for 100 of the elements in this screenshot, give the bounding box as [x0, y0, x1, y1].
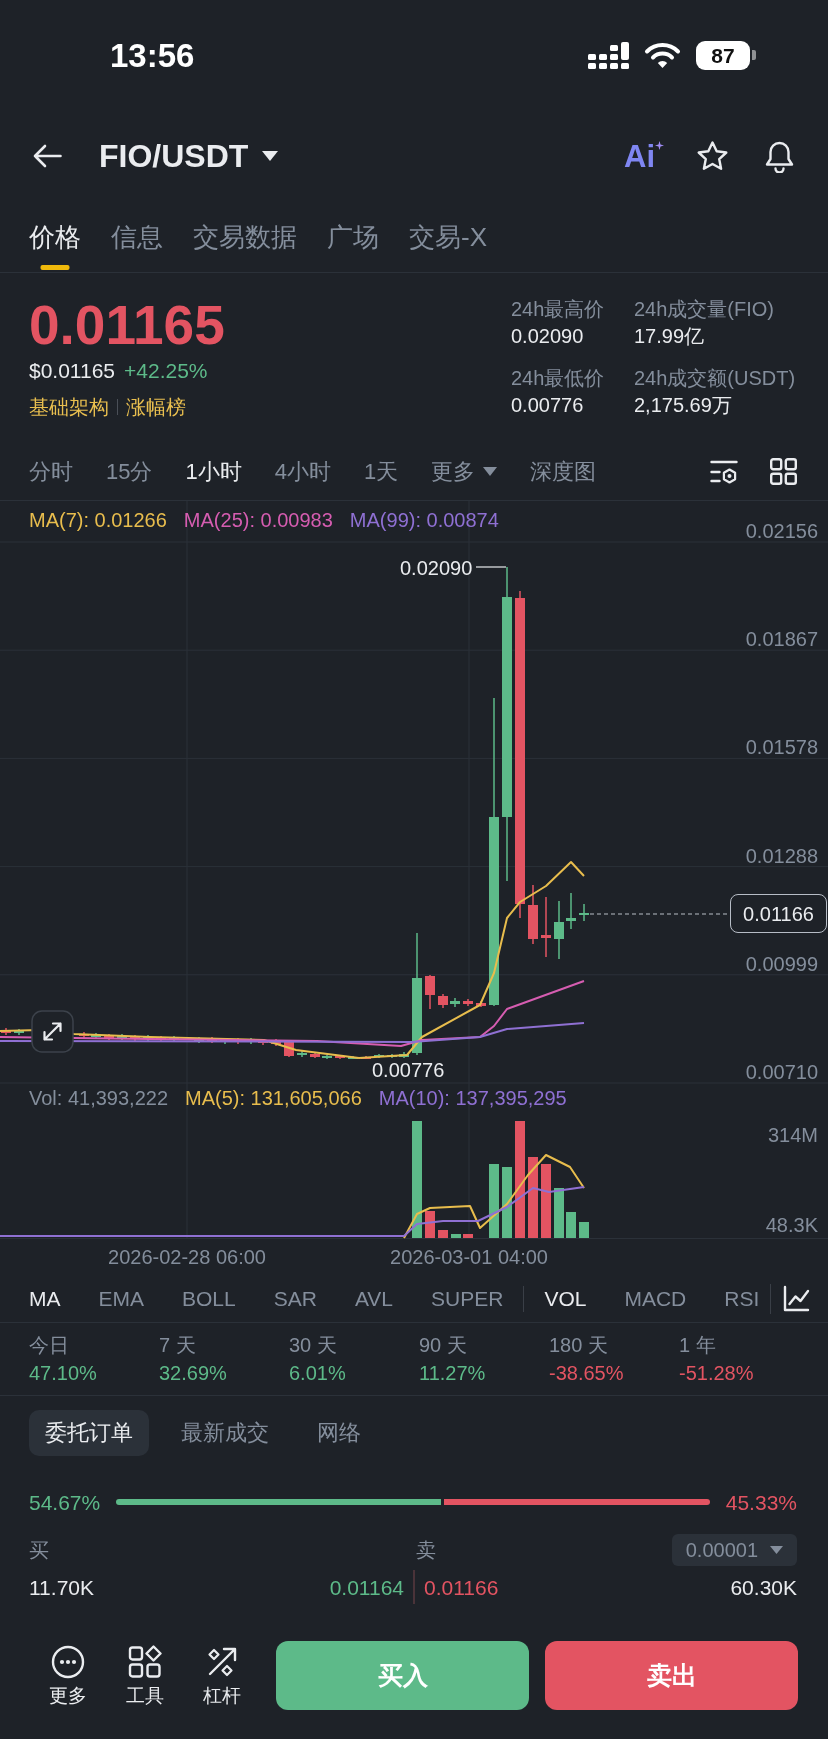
volume-bar: [566, 1212, 576, 1238]
period-change: -51.28%: [679, 1361, 754, 1386]
indicator-tab[interactable]: SAR: [273, 1288, 317, 1309]
grid-icon[interactable]: [770, 458, 797, 485]
leverage-button[interactable]: 杠杆: [183, 1641, 260, 1707]
caret-icon: [262, 151, 279, 161]
interval-tab[interactable]: 15分: [106, 460, 153, 483]
candle: [374, 1053, 384, 1059]
price-axis-label: 0.00710: [745, 1062, 818, 1082]
tab[interactable]: 信息: [111, 202, 163, 272]
bid-price: 0.01164: [329, 1576, 404, 1598]
interval-tab[interactable]: 4小时: [274, 460, 331, 483]
indicator-tab[interactable]: EMA: [98, 1288, 144, 1309]
stat-label: 24h成交额(USDT): [634, 366, 796, 391]
indicator-legend: MA(5): 131,605,066: [185, 1087, 362, 1109]
more-button[interactable]: 更多: [29, 1641, 106, 1707]
time-axis-label: 2026-02-28 06:00: [108, 1246, 266, 1268]
tab[interactable]: 价格: [29, 202, 81, 272]
interval-tab[interactable]: 深度图: [530, 460, 597, 483]
indicator-tab[interactable]: SUPER: [431, 1288, 504, 1309]
candle: [541, 896, 551, 958]
period-change: 32.69%: [159, 1361, 227, 1386]
order-tab[interactable]: 网络: [301, 1410, 377, 1456]
high-price-label: 0.02090: [400, 557, 473, 579]
volume-bar: [502, 1167, 512, 1238]
more-icon: [50, 1645, 85, 1679]
candle: [463, 998, 473, 1007]
stat-label: 24h最低价: [511, 366, 605, 391]
candle: [348, 1055, 358, 1060]
indicator-legend: MA(10): 137,395,295: [378, 1087, 567, 1109]
caret-icon: [483, 467, 498, 476]
leader-line: [475, 566, 507, 568]
price-axis-label: 0.01288: [745, 845, 818, 866]
order-tab[interactable]: 委托订单: [29, 1410, 149, 1456]
pair-selector[interactable]: FIO/USDT: [99, 140, 279, 172]
indicator-tab[interactable]: VOL: [544, 1288, 587, 1309]
volume-axis-label: 314M: [767, 1125, 818, 1145]
indicator-tab[interactable]: AVL: [354, 1288, 394, 1309]
buy-ratio-text: 54.67%: [29, 1491, 101, 1513]
tick-size-dropdown[interactable]: 0.00001: [671, 1534, 797, 1566]
volume-bar: [438, 1230, 448, 1238]
chart-icon[interactable]: [783, 1285, 811, 1312]
back-icon[interactable]: [33, 144, 62, 168]
indicator-legend: MA(25): 0.00983: [183, 508, 333, 532]
buy-column-header: 买: [29, 1540, 49, 1560]
stat-value: 0.02090: [511, 324, 584, 349]
stat-label: 24h成交量(FIO): [634, 297, 775, 322]
indicator-tab[interactable]: BOLL: [182, 1288, 236, 1309]
sell-ratio-text: 45.33%: [725, 1491, 797, 1513]
candle: [425, 974, 435, 1010]
candle: [335, 1054, 345, 1060]
price-axis-label: 0.00999: [745, 953, 818, 974]
indicator-legend: MA(99): 0.00874: [349, 508, 499, 532]
expand-icon[interactable]: [31, 1010, 74, 1053]
interval-dropdown[interactable]: 更多: [431, 460, 498, 483]
stat-value: 0.00776: [511, 393, 584, 418]
interval-tab[interactable]: 分时: [29, 460, 73, 483]
order-tab[interactable]: 最新成交: [165, 1410, 285, 1456]
price-axis-label: 0.01578: [745, 737, 818, 758]
bell-icon[interactable]: [764, 139, 795, 173]
candle: [1, 1027, 11, 1036]
interval-tab[interactable]: 1小时: [185, 460, 242, 483]
ai-button[interactable]: Ai: [624, 140, 664, 172]
indicator-tab[interactable]: RSI: [724, 1288, 760, 1309]
category-tag[interactable]: 涨幅榜: [126, 397, 186, 417]
battery-indicator: 87: [696, 40, 756, 70]
candle: [322, 1054, 332, 1060]
tools-button[interactable]: 工具: [106, 1641, 183, 1707]
stat-value: 17.99亿: [634, 324, 705, 349]
time-axis-label: 2026-03-01 04:00: [390, 1246, 548, 1268]
price-axis-label: 0.02156: [745, 521, 818, 541]
volume-bar: [579, 1222, 589, 1238]
stat-value: 2,175.69万: [634, 393, 732, 418]
period-label: 180 天: [549, 1333, 608, 1358]
period-label: 30 天: [289, 1333, 337, 1358]
volume-bar: [425, 1211, 435, 1238]
indicator-tab[interactable]: MA: [29, 1288, 61, 1309]
price-change: +42.25%: [124, 359, 208, 381]
sell-button[interactable]: 卖出: [545, 1641, 798, 1710]
candle: [528, 884, 538, 945]
volume-bar: [463, 1234, 473, 1238]
candle: [476, 1000, 486, 1008]
stat-label: 24h最高价: [511, 297, 605, 322]
star-icon[interactable]: [696, 140, 729, 172]
signal-icon: [588, 41, 629, 69]
category-tag[interactable]: 基础架构: [29, 397, 109, 417]
tab[interactable]: 广场: [327, 202, 379, 272]
interval-tab[interactable]: 1天: [364, 460, 399, 483]
tab[interactable]: 交易-X: [409, 202, 487, 272]
low-price-label: 0.00776: [372, 1060, 445, 1080]
tab[interactable]: 交易数据: [193, 202, 297, 272]
period-label: 7 天: [159, 1333, 196, 1358]
candle: [399, 1051, 409, 1059]
period-change: 11.27%: [419, 1361, 486, 1386]
candle: [310, 1052, 320, 1059]
period-label: 1 年: [679, 1333, 716, 1358]
indicator-tab[interactable]: MACD: [624, 1288, 687, 1309]
indicator-settings-icon[interactable]: [710, 458, 738, 485]
candle: [554, 900, 564, 960]
period-change: 47.10%: [29, 1361, 97, 1386]
